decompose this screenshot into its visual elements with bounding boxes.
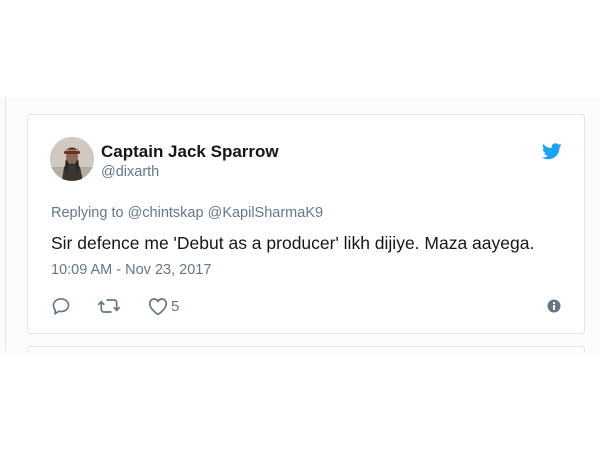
next-tweet-card (27, 346, 585, 352)
like-button[interactable]: 5 (148, 295, 179, 317)
twitter-bird-icon[interactable] (541, 143, 562, 160)
reply-button[interactable] (51, 295, 71, 317)
like-count: 5 (171, 297, 180, 315)
divider (5, 97, 6, 351)
tweet-timestamp[interactable]: 10:09 AM - Nov 23, 2017 (51, 262, 211, 278)
heart-icon (148, 297, 168, 316)
retweet-icon (97, 296, 121, 316)
tweet-card: Captain Jack Sparrow @dixarth Replying t… (27, 114, 585, 334)
author-handle[interactable]: @dixarth (101, 164, 159, 180)
reply-context: Replying to @chintskap @KapilSharmaK9 (51, 205, 323, 221)
avatar[interactable] (50, 137, 94, 181)
info-button[interactable] (547, 295, 561, 317)
mention-link[interactable]: @KapilSharmaK9 (208, 205, 323, 221)
info-icon (547, 299, 561, 313)
reply-prefix: Replying to (51, 205, 124, 221)
author-display-name[interactable]: Captain Jack Sparrow (101, 142, 279, 162)
tweet-actions: 5 (51, 295, 571, 317)
mention-link[interactable]: @chintskap (128, 205, 204, 221)
reply-icon (51, 296, 71, 316)
retweet-button[interactable] (97, 295, 121, 317)
tweet-text: Sir defence me 'Debut as a producer' lik… (51, 233, 535, 253)
